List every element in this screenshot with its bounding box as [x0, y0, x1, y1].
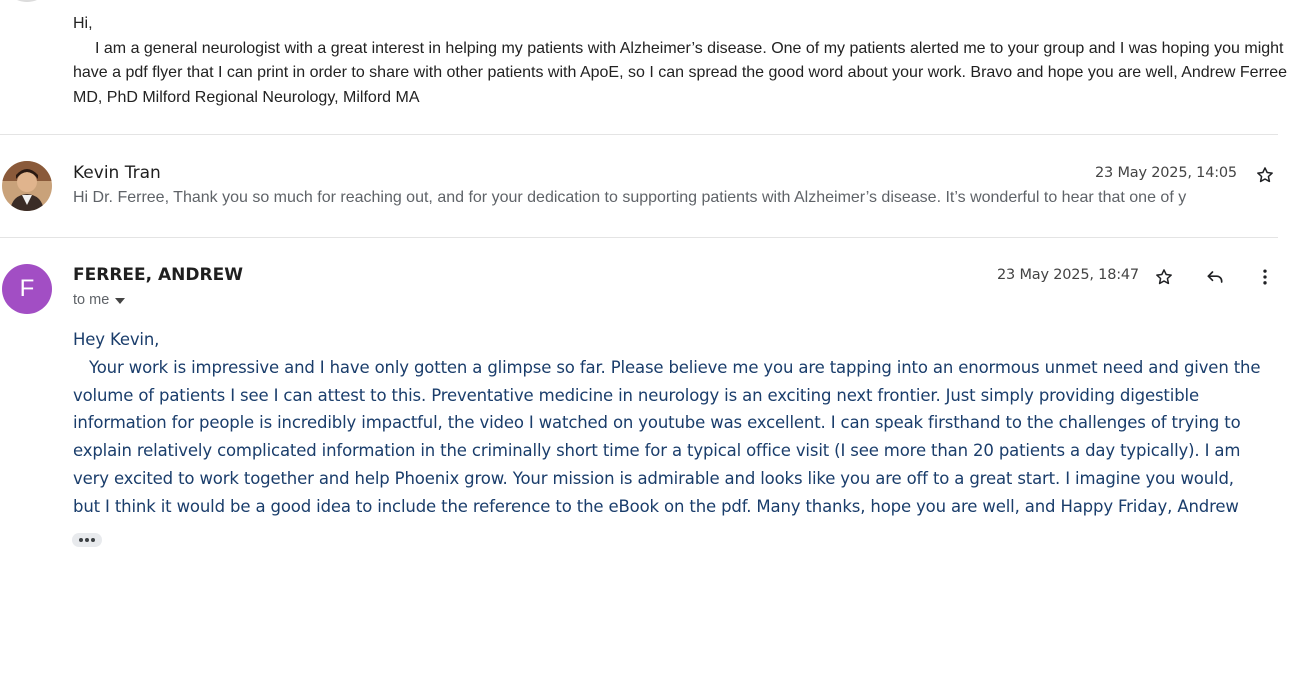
more-horiz-icon: [79, 538, 83, 542]
caret-down-icon: [115, 292, 126, 308]
recipient-label: to me: [73, 292, 110, 308]
message-body: Hey Kevin, Your work is impressive and I…: [73, 326, 1263, 521]
sender-name: Kevin Tran: [73, 163, 161, 183]
more-vert-icon[interactable]: [1253, 265, 1277, 289]
reply-icon[interactable]: [1203, 265, 1227, 289]
message-paragraph: Your work is impressive and I have only …: [73, 357, 1261, 516]
message-divider: [0, 134, 1278, 135]
message-greeting: Hi,: [73, 15, 93, 32]
message-divider: [0, 237, 1278, 238]
message-date: 23 May 2025, 18:47: [997, 267, 1139, 283]
sender-name: FERREE, ANDREW: [73, 265, 243, 285]
message-paragraph: I am a general neurologist with a great …: [73, 39, 1288, 106]
recipient-toggle[interactable]: to me: [73, 292, 126, 308]
star-icon[interactable]: [1152, 265, 1176, 289]
show-trimmed-content-button[interactable]: [72, 533, 102, 547]
message-snippet[interactable]: Hi Dr. Ferree, Thank you so much for rea…: [73, 189, 1218, 207]
avatar[interactable]: [2, 161, 52, 211]
message-greeting: Hey Kevin,: [73, 330, 160, 349]
avatar: [2, 0, 52, 2]
avatar[interactable]: F: [2, 264, 52, 314]
message-body: Hi, I am a general neurologist with a gr…: [73, 12, 1288, 110]
star-icon[interactable]: [1253, 163, 1277, 187]
message-date: 23 May 2025, 14:05: [1095, 165, 1237, 181]
